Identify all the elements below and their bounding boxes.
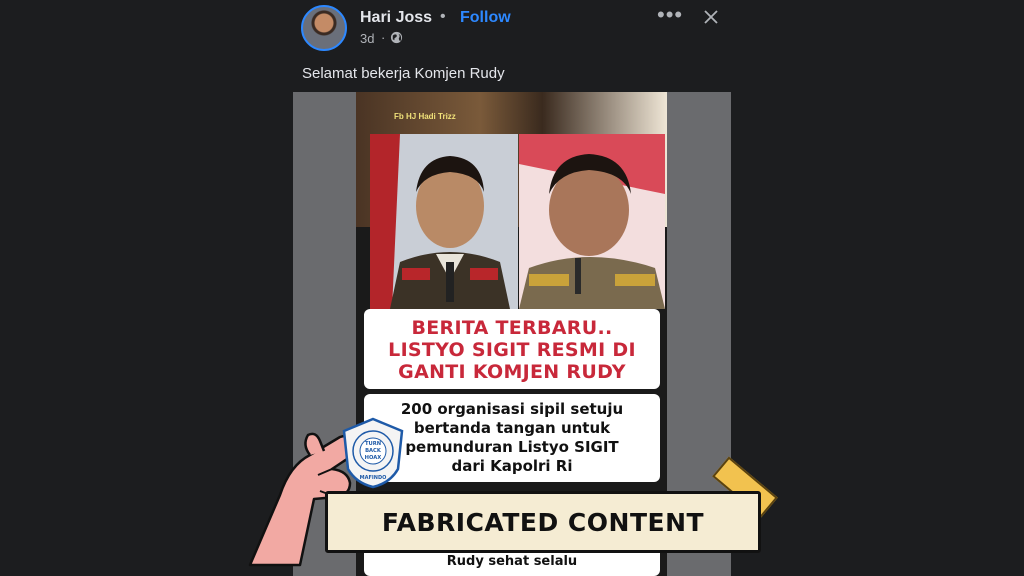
bottom-caption-text: Rudy sehat selalu	[446, 554, 578, 569]
time-separator: ·	[381, 30, 386, 45]
headline-text: BERITA TERBARU.. LISTYO SIGIT RESMI DI G…	[364, 317, 660, 383]
name-separator: •	[440, 8, 446, 25]
post-caption: Selamat bekerja Komjen Rudy	[302, 65, 505, 82]
close-icon[interactable]	[700, 6, 722, 28]
mafindo-seal: TURN BACK HOAX MAFINDO	[342, 417, 404, 489]
headline-box: BERITA TERBARU.. LISTYO SIGIT RESMI DI G…	[364, 309, 660, 389]
globe-icon	[390, 31, 403, 44]
more-options-icon[interactable]: •••	[657, 4, 682, 30]
seal-line: TURN	[365, 441, 381, 447]
photo-right-officer	[519, 134, 665, 309]
headline-line: LISTYO SIGIT RESMI DI	[388, 339, 636, 361]
subheadline-line: dari Kapolri Ri	[451, 457, 573, 475]
seal-bottom-text: MAFINDO	[360, 475, 387, 481]
subheadline-line: 200 organisasi sipil setuju	[400, 400, 624, 418]
subheadline-box: 200 organisasi sipil setuju bertanda tan…	[364, 394, 660, 482]
fabricated-content-label: FABRICATED CONTENT	[325, 491, 761, 553]
author-avatar[interactable]	[301, 5, 347, 51]
headline-line: GANTI KOMJEN RUDY	[398, 361, 626, 383]
seal-line: BACK	[365, 448, 382, 454]
subheadline-text: 200 organisasi sipil setuju bertanda tan…	[364, 400, 660, 476]
label-text: FABRICATED CONTENT	[381, 508, 705, 537]
facebook-post: Hari Joss • Follow 3d · ••• Selamat beke…	[0, 0, 1024, 576]
headline-line: BERITA TERBARU..	[411, 317, 613, 339]
author-name[interactable]: Hari Joss	[360, 9, 432, 27]
subheadline-line: bertanda tangan untuk	[413, 419, 611, 437]
subheadline-line: pemunduran Listyo SIGIT	[405, 438, 619, 456]
image-watermark: Fb HJ Hadi Trizz	[394, 112, 456, 121]
post-timestamp[interactable]: 3d	[360, 31, 374, 46]
seal-line: HOAX	[365, 455, 382, 461]
photo-left-officer	[370, 134, 518, 309]
follow-button[interactable]: Follow	[460, 9, 511, 27]
